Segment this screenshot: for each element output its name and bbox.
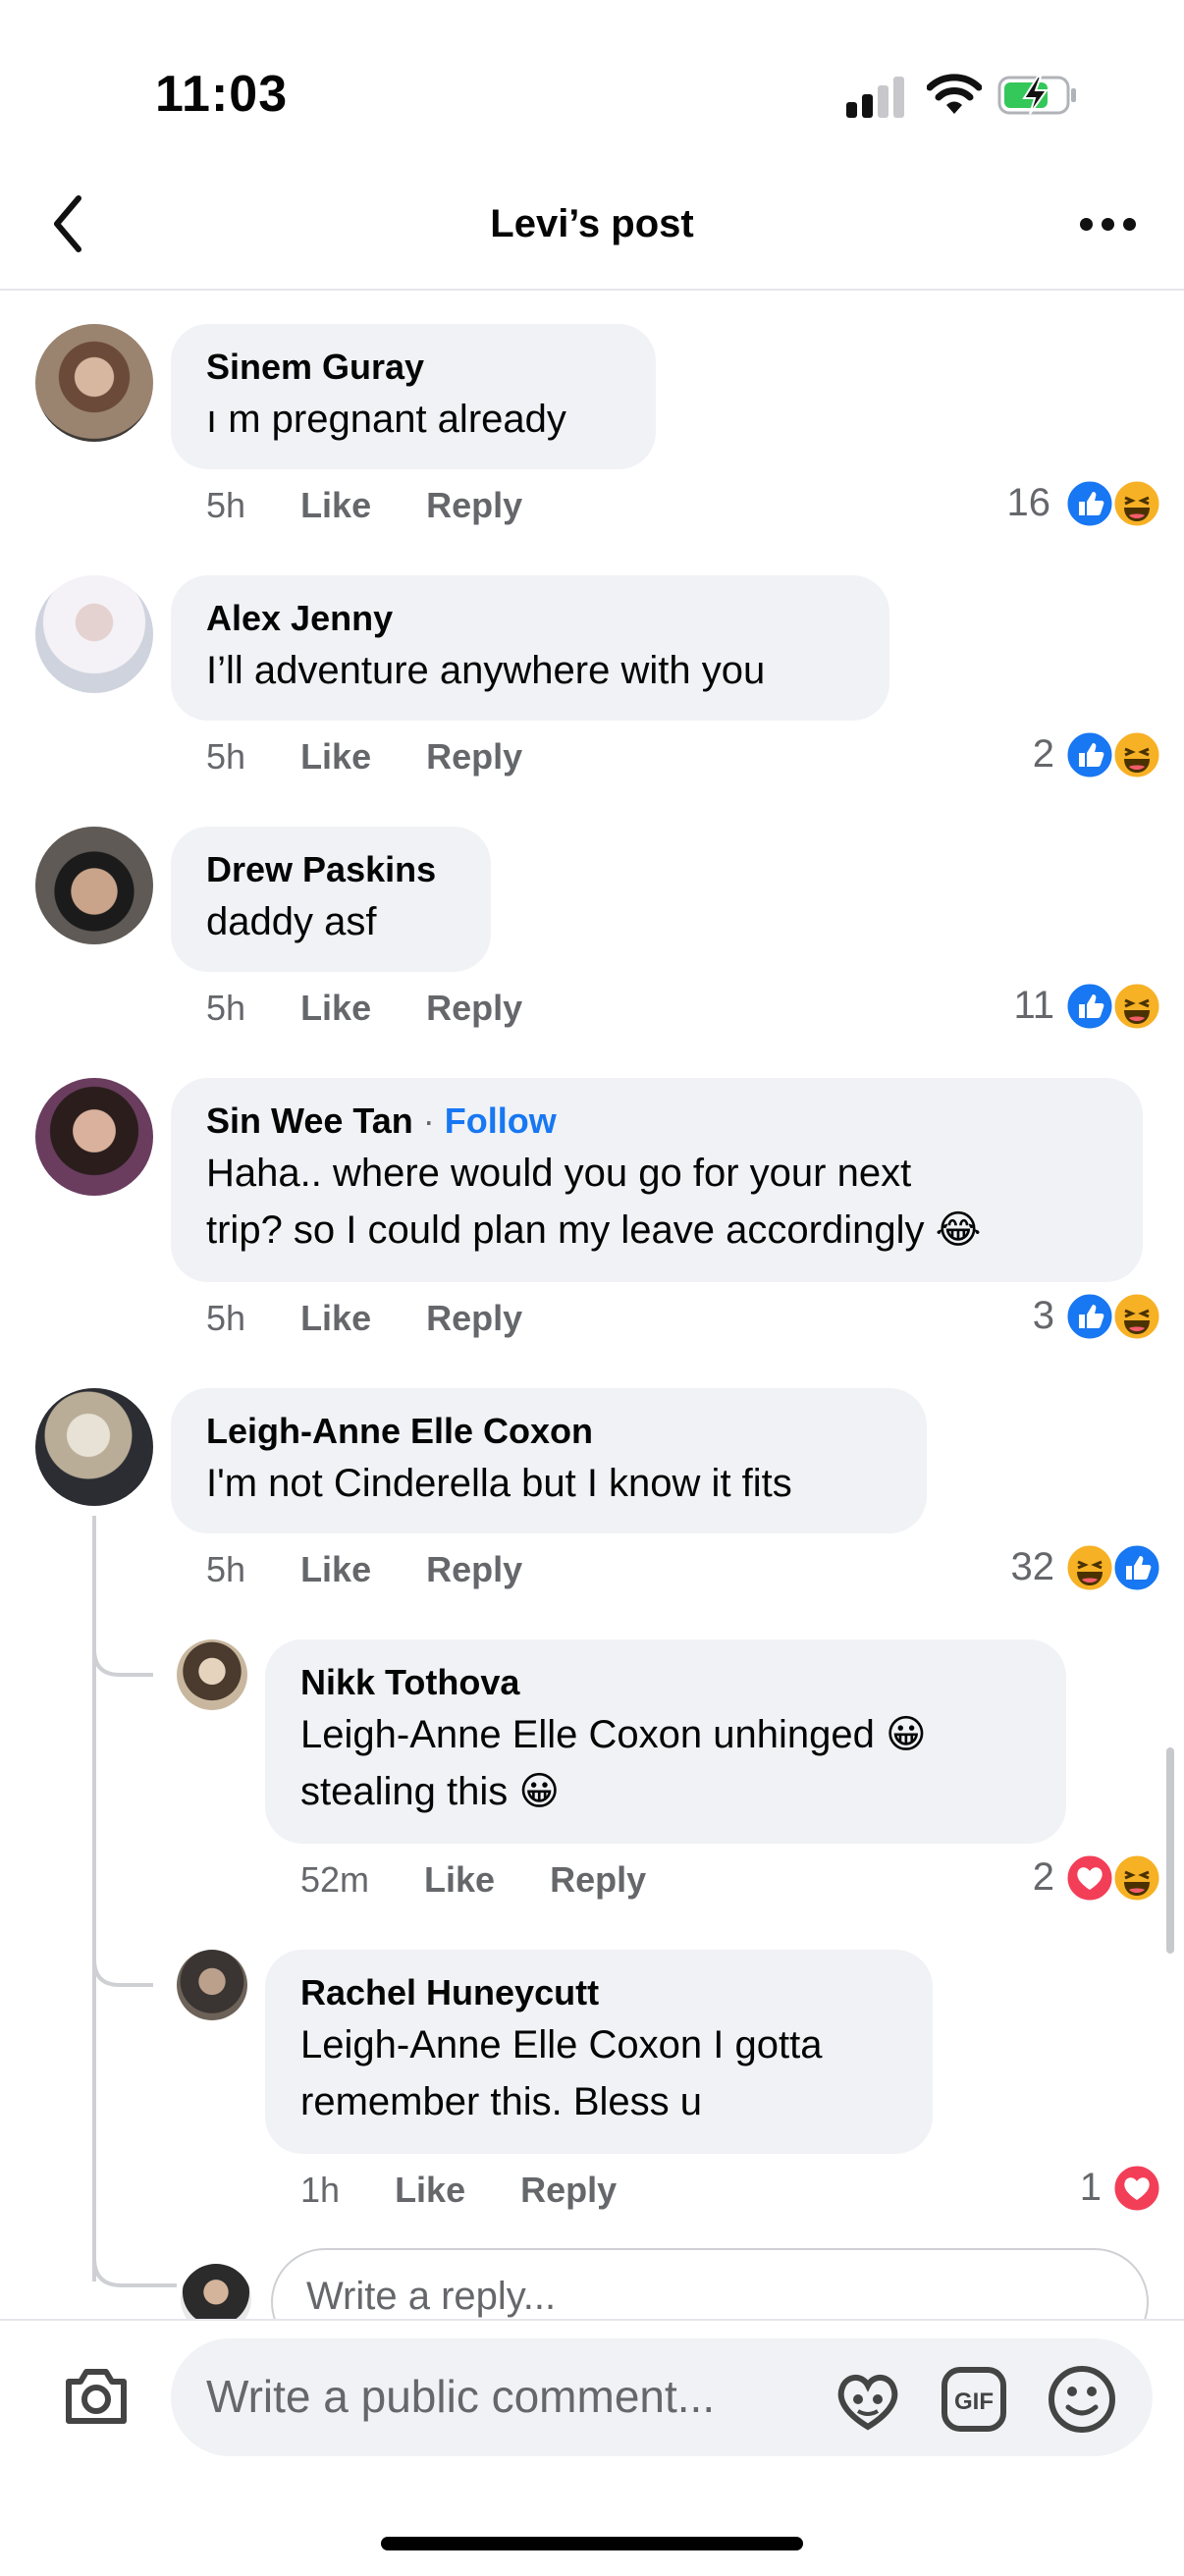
like-reaction-icon [1111, 1542, 1162, 1593]
avatar[interactable] [35, 575, 153, 693]
avatar[interactable] [35, 827, 153, 944]
comment-bubble[interactable]: Drew Paskins daddy asf [171, 827, 491, 972]
haha-reaction-icon [1111, 981, 1162, 1032]
avatar-sticker-icon[interactable] [833, 2366, 903, 2433]
reply-button[interactable]: Reply [426, 1549, 522, 1589]
comment-bubble[interactable]: Sin Wee Tan · Follow Haha.. where would … [171, 1078, 1143, 1282]
like-reaction-icon [1064, 981, 1115, 1032]
reaction-count[interactable]: 2 [962, 732, 1054, 777]
comment-author[interactable]: Sin Wee Tan [206, 1100, 413, 1141]
avatar[interactable] [177, 1639, 247, 1710]
like-reaction-icon [1064, 1291, 1115, 1342]
comment-time: 5h [206, 485, 246, 525]
haha-reaction-icon [1111, 729, 1162, 780]
gif-icon[interactable]: GIF [941, 2366, 1007, 2433]
camera-icon[interactable] [61, 2364, 132, 2427]
reply-button[interactable]: Reply [426, 1298, 522, 1338]
comment-author[interactable]: Sinem Guray [206, 344, 620, 391]
like-button[interactable]: Like [300, 485, 371, 525]
thread-branch [92, 1920, 153, 1987]
reply-button[interactable]: Reply [426, 988, 522, 1028]
reaction-count[interactable]: 1 [1009, 2166, 1102, 2210]
home-indicator[interactable] [381, 2537, 803, 2550]
comment-author[interactable]: Leigh-Anne Elle Coxon [206, 1408, 891, 1455]
comment-text: I’ll adventure anywhere with you [206, 649, 766, 692]
comment-text: Haha.. where would you go for your next [206, 1152, 912, 1195]
love-reaction-icon [1111, 2163, 1162, 2214]
like-reaction-icon [1064, 729, 1115, 780]
reply-button[interactable]: Reply [426, 736, 522, 777]
comment-text: Leigh-Anne Elle Coxon unhinged 😀 [300, 1713, 927, 1756]
reaction-count[interactable]: 32 [962, 1545, 1055, 1589]
avatar[interactable] [35, 324, 153, 442]
comment-text: I'm not Cinderella but I know it fits [206, 1462, 792, 1505]
reply-button[interactable]: Reply [550, 1859, 646, 1900]
like-button[interactable]: Like [300, 1298, 371, 1338]
reaction-count[interactable]: 2 [962, 1855, 1054, 1900]
comment-time: 5h [206, 988, 246, 1028]
like-button[interactable]: Like [395, 2170, 465, 2210]
reply-button[interactable]: Reply [426, 485, 522, 525]
status-time: 11:03 [155, 66, 289, 123]
like-button[interactable]: Like [300, 988, 371, 1028]
haha-reaction-icon [1111, 478, 1162, 529]
comment-text: ı m pregnant already [206, 398, 566, 441]
comment-time: 5h [206, 1298, 246, 1338]
comment-bubble[interactable]: Alex Jenny I’ll adventure anywhere with … [171, 575, 889, 721]
comment-bubble[interactable]: Nikk Tothova Leigh-Anne Elle Coxon unhin… [265, 1639, 1066, 1844]
comment-time: 5h [206, 736, 246, 777]
comment-text: stealing this 😀 [300, 1770, 561, 1813]
comment-text: remember this. Bless u [300, 2080, 703, 2123]
avatar[interactable] [35, 1078, 153, 1196]
reply-button[interactable]: Reply [520, 2170, 617, 2210]
reaction-count[interactable]: 16 [962, 481, 1051, 525]
reply-input-placeholder: Write a reply... [306, 2275, 557, 2318]
comment-bubble[interactable]: Leigh-Anne Elle Coxon I'm not Cinderella… [171, 1388, 927, 1533]
cellular-signal-icon [846, 77, 905, 118]
thread-branch [92, 1610, 153, 1677]
comment-author[interactable]: Rachel Huneycutt [300, 1969, 897, 2016]
comment-text: Leigh-Anne Elle Coxon I gotta [300, 2023, 823, 2066]
comment-author[interactable]: Nikk Tothova [300, 1659, 1031, 1706]
comment-input-placeholder: Write a public comment... [206, 2371, 716, 2422]
like-button[interactable]: Like [424, 1859, 495, 1900]
svg-text:GIF: GIF [954, 2388, 994, 2415]
avatar[interactable] [177, 1950, 247, 2020]
emoji-icon[interactable] [1047, 2364, 1117, 2435]
comment-time: 1h [300, 2170, 341, 2210]
haha-reaction-icon [1064, 1542, 1115, 1593]
separator-dot: · [422, 1100, 435, 1141]
page-title: Levi’s post [490, 202, 694, 245]
comment-text: trip? so I could plan my leave according… [206, 1208, 982, 1252]
thread-branch [92, 2228, 177, 2287]
avatar[interactable] [35, 1388, 153, 1506]
comment-text: daddy asf [206, 900, 377, 943]
like-reaction-icon [1064, 478, 1115, 529]
reaction-count[interactable]: 11 [962, 984, 1054, 1028]
follow-button[interactable]: Follow [445, 1100, 557, 1141]
more-icon[interactable] [1080, 218, 1139, 232]
comment-time: 52m [300, 1859, 370, 1900]
comment-bubble[interactable]: Rachel Huneycutt Leigh-Anne Elle Coxon I… [265, 1950, 933, 2154]
scrollbar[interactable] [1166, 1747, 1174, 1954]
like-button[interactable]: Like [300, 1549, 371, 1589]
love-reaction-icon [1064, 1852, 1115, 1904]
reaction-count[interactable]: 3 [962, 1294, 1054, 1338]
comment-bubble[interactable]: Sinem Guray ı m pregnant already [171, 324, 656, 469]
like-button[interactable]: Like [300, 736, 371, 777]
comment-time: 5h [206, 1549, 246, 1589]
comment-author[interactable]: Drew Paskins [206, 846, 456, 893]
haha-reaction-icon [1111, 1291, 1162, 1342]
wifi-icon [927, 74, 982, 114]
haha-reaction-icon [1111, 1852, 1162, 1904]
battery-charging-icon [997, 76, 1076, 115]
comment-author[interactable]: Alex Jenny [206, 595, 854, 642]
